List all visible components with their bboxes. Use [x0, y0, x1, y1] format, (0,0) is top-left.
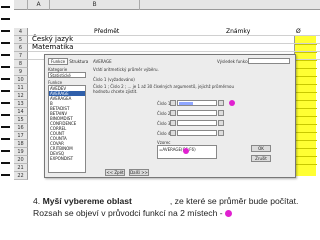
- header-grades[interactable]: Známky: [226, 28, 250, 35]
- row-header[interactable]: 22: [14, 172, 28, 180]
- row-header[interactable]: 13: [14, 100, 28, 108]
- cancel-button[interactable]: Zrušit: [251, 155, 271, 162]
- binder-ring: [1, 102, 10, 104]
- binder-ring: [1, 30, 10, 32]
- cell-subject[interactable]: Český jazyk: [32, 35, 73, 43]
- caption-line-1: 4. Myší vybereme oblast , ze které se prů…: [33, 196, 298, 207]
- caption-bold-text: Myší vybereme oblast: [42, 196, 132, 206]
- row-header[interactable]: 15: [14, 116, 28, 124]
- tab-functions[interactable]: Funkce: [48, 58, 69, 65]
- caption: 4. Myší vybereme oblast , ze které se prů…: [0, 186, 320, 240]
- marker-dot: [224, 210, 232, 217]
- row-header[interactable]: 16: [14, 124, 28, 132]
- shrink-button[interactable]: [218, 100, 224, 106]
- row-header[interactable]: 10: [14, 76, 28, 84]
- marker-dot: [229, 100, 235, 106]
- row-header[interactable]: 19: [14, 148, 28, 156]
- row-header[interactable]: 20: [14, 156, 28, 164]
- binder-ring: [1, 42, 10, 44]
- fx-button[interactable]: [170, 120, 176, 126]
- argument-title: Číslo 1 (vyžadováno): [93, 77, 135, 82]
- fx-button[interactable]: [170, 110, 176, 116]
- back-button[interactable]: << Zpět: [105, 169, 125, 176]
- binder-ring: [1, 138, 10, 140]
- shrink-button[interactable]: [218, 110, 224, 116]
- number-1-label: Číslo 1: [157, 101, 171, 106]
- binder-ring: [1, 174, 10, 176]
- number-2-label: Číslo 2: [157, 111, 171, 116]
- result-field: [248, 58, 290, 64]
- binder-ring: [1, 126, 10, 128]
- column-header-b[interactable]: B: [50, 0, 140, 10]
- fx-button[interactable]: [170, 100, 176, 106]
- tab-structure[interactable]: Struktura: [69, 59, 88, 64]
- binder-ring: [1, 18, 10, 20]
- binder-ring: [1, 90, 10, 92]
- binder-ring: [1, 6, 10, 8]
- selected-range: [179, 102, 193, 105]
- row-header[interactable]: 18: [14, 140, 28, 148]
- row-header[interactable]: 6: [14, 44, 28, 52]
- number-3-label: Číslo 3: [157, 121, 171, 126]
- function-description: Vrátí aritmetický průměr výběru.: [93, 67, 159, 72]
- binder-ring: [1, 114, 10, 116]
- number-2-input[interactable]: [177, 110, 217, 116]
- cell-subject[interactable]: Matematika: [32, 43, 73, 51]
- spreadsheet: A B 4 5 6 7 8 9 10 11 12 13 14 15 16 17 …: [14, 0, 320, 184]
- row-header[interactable]: 9: [14, 68, 28, 76]
- function-wizard-dialog: Funkce Struktura Kategorie Statistické F…: [44, 54, 296, 178]
- caption-step-number: 4.: [33, 196, 43, 206]
- number-1-input[interactable]: [177, 100, 217, 106]
- number-4-input[interactable]: [177, 130, 217, 136]
- binder-ring: [1, 150, 10, 152]
- result-label: Výsledek funkce: [217, 59, 250, 64]
- shrink-button[interactable]: [218, 130, 224, 136]
- row-header[interactable]: 12: [14, 92, 28, 100]
- row-header[interactable]: 14: [14, 108, 28, 116]
- row-header[interactable]: 4: [14, 28, 28, 36]
- function-name: AVERAGE: [93, 59, 112, 64]
- binder-ring: [1, 78, 10, 80]
- header-subject[interactable]: Předmět: [94, 28, 119, 35]
- shrink-button[interactable]: [218, 120, 224, 126]
- row-header[interactable]: 8: [14, 60, 28, 68]
- row-header[interactable]: 17: [14, 132, 28, 140]
- number-4-label: Číslo 4: [157, 131, 171, 136]
- column-header-a[interactable]: A: [28, 0, 50, 10]
- ok-button[interactable]: OK: [251, 145, 271, 152]
- next-button[interactable]: Další >>: [129, 169, 149, 176]
- list-item[interactable]: EXPONDIST: [49, 156, 85, 161]
- binder-ring: [1, 66, 10, 68]
- argument-description: Číslo 1 ; Číslo 2 ; ... je 1 až 30 čísel…: [93, 84, 235, 94]
- binder-ring: [1, 162, 10, 164]
- caption-rest-text: , ze které se průměr bude počítat.: [169, 196, 299, 206]
- number-3-input[interactable]: [177, 120, 217, 126]
- row-header[interactable]: 7: [14, 52, 28, 60]
- category-select[interactable]: Statistické: [48, 72, 86, 78]
- caption-line-2: Rozsah se objeví v průvodci funkcí na 2 …: [33, 208, 232, 219]
- header-average[interactable]: Ø: [296, 28, 301, 35]
- dialog-tabs: Funkce Struktura: [48, 58, 88, 65]
- fx-button[interactable]: [170, 130, 176, 136]
- row-header[interactable]: 5: [14, 36, 28, 44]
- row-header[interactable]: 21: [14, 164, 28, 172]
- corner-cell[interactable]: [14, 0, 28, 10]
- row-header[interactable]: 11: [14, 84, 28, 92]
- caption-second-text: Rozsah se objeví v průvodci funkcí na 2 …: [33, 208, 223, 218]
- binder-ring: [1, 54, 10, 56]
- function-list[interactable]: AVEDEV AVERAGE AVERAGEA B BETADIST BETAI…: [48, 85, 86, 173]
- column-headers: A B: [14, 0, 320, 10]
- marker-dot: [183, 148, 189, 154]
